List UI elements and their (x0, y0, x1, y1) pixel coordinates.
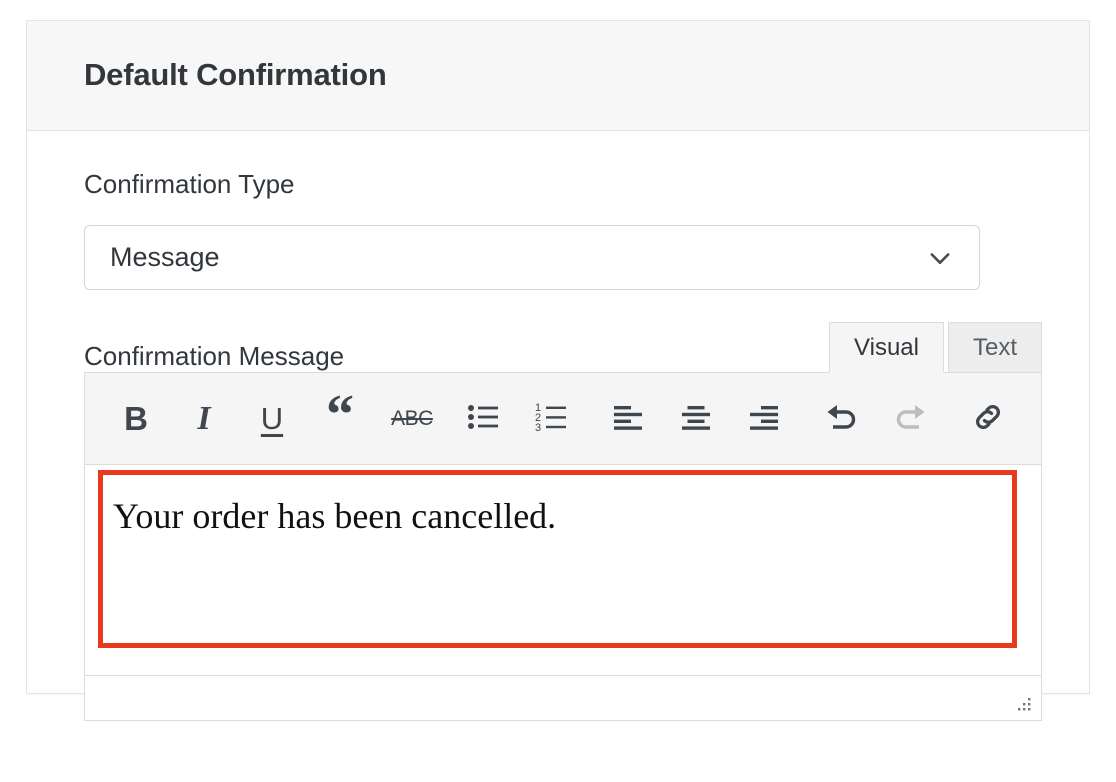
insert-link-button[interactable] (961, 392, 1015, 446)
quote-icon: “ (326, 400, 354, 431)
numbered-list-button[interactable]: 1 2 3 (525, 392, 579, 446)
screen: Default Confirmation Confirmation Type M… (0, 0, 1116, 782)
panel-body: Confirmation Type Message Confirmation M… (27, 131, 1089, 693)
italic-icon: I (197, 402, 210, 436)
align-left-icon (612, 403, 644, 434)
link-icon (971, 400, 1005, 437)
numbered-list-icon: 1 2 3 (535, 402, 569, 435)
page-title: Default Confirmation (84, 58, 387, 92)
bold-button[interactable]: B (109, 392, 163, 446)
strikethrough-button[interactable]: ABC (381, 392, 443, 446)
undo-icon (824, 401, 860, 436)
align-right-icon (748, 403, 780, 434)
bulleted-list-icon (467, 402, 501, 435)
italic-button[interactable]: I (177, 392, 231, 446)
panel-header: Default Confirmation (27, 21, 1089, 131)
strikethrough-icon: ABC (391, 408, 433, 429)
bold-icon: B (124, 402, 148, 435)
tab-text-label: Text (973, 334, 1017, 362)
undo-button[interactable] (815, 392, 869, 446)
chevron-down-icon (926, 244, 954, 272)
tab-visual-label: Visual (854, 334, 919, 362)
align-center-button[interactable] (669, 392, 723, 446)
redo-icon (892, 401, 928, 436)
bulleted-list-button[interactable] (457, 392, 511, 446)
editor-mode-tabs: Visual Text (829, 322, 1042, 373)
underline-button[interactable]: U (245, 392, 299, 446)
confirmation-message-label: Confirmation Message (84, 341, 344, 372)
confirmation-type-label: Confirmation Type (84, 169, 1089, 200)
confirmation-message-content: Your order has been cancelled. (113, 493, 556, 540)
confirmation-type-field[interactable]: Message (84, 225, 980, 290)
tab-text[interactable]: Text (948, 322, 1042, 373)
editor-status-bar (85, 675, 1041, 720)
underline-icon: U (261, 403, 283, 434)
default-confirmation-panel: Default Confirmation Confirmation Type M… (26, 20, 1090, 694)
resize-grip-icon[interactable] (1009, 695, 1033, 715)
svg-text:3: 3 (535, 422, 541, 432)
confirmation-type-selected-value: Message (110, 242, 220, 273)
redo-button[interactable] (883, 392, 937, 446)
align-center-icon (680, 403, 712, 434)
tab-visual[interactable]: Visual (829, 322, 944, 373)
align-right-button[interactable] (737, 392, 791, 446)
blockquote-button[interactable]: “ (313, 392, 367, 446)
editor-content-area[interactable]: Your order has been cancelled. (85, 465, 1041, 675)
editor-label-row: Confirmation Message Visual Text (84, 328, 1042, 372)
editor-toolbar: B I U “ ABC (85, 373, 1041, 465)
confirmation-message-field: Confirmation Message Visual Text B (84, 328, 1042, 721)
confirmation-type-select[interactable]: Message (84, 225, 980, 290)
align-left-button[interactable] (601, 392, 655, 446)
rich-text-editor: B I U “ ABC (84, 372, 1042, 721)
